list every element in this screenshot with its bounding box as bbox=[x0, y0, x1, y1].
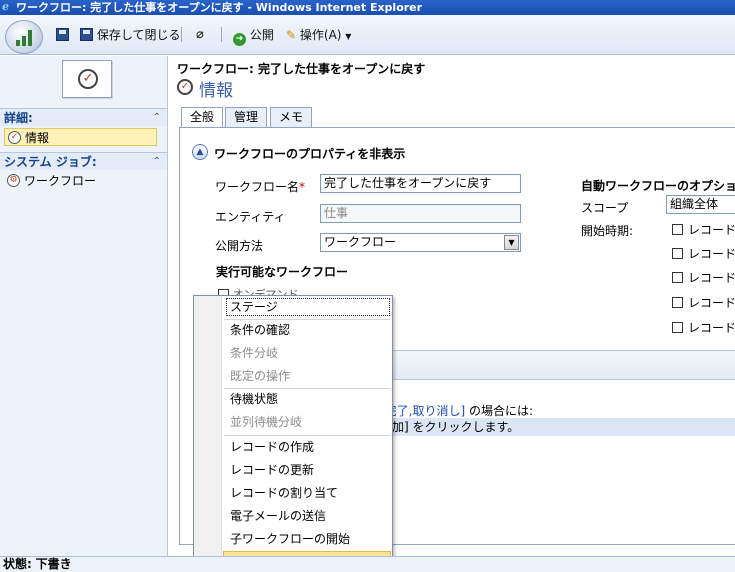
save-icon bbox=[56, 28, 69, 41]
toolbar-divider bbox=[181, 27, 182, 42]
collapse-icon[interactable]: ⌃ bbox=[153, 153, 161, 171]
step-condition-hint: [完了,取り消し] の場合には: bbox=[380, 402, 533, 419]
tab-general[interactable]: 全般 bbox=[181, 107, 224, 128]
entity-label: エンティティ bbox=[215, 210, 286, 224]
start-option-label: レコード属 bbox=[688, 296, 735, 310]
workflow-name-label: ワークフロー名* bbox=[215, 178, 305, 195]
actions-label: 操作(A) bbox=[299, 28, 342, 42]
page-title: ✓ 情報 bbox=[177, 76, 233, 101]
publish-button[interactable]: ➔ 公開 bbox=[233, 26, 274, 46]
actions-icon: ✎ bbox=[286, 28, 297, 42]
steps-toolbar bbox=[380, 350, 735, 380]
menu-gutter bbox=[194, 296, 222, 571]
save-close-button[interactable]: 保存して閉じる bbox=[80, 26, 180, 44]
nav-item-information-label: 情報 bbox=[25, 131, 50, 145]
menu-item-assign-record[interactable]: レコードの割り当て bbox=[224, 482, 392, 504]
nav-section-system-jobs[interactable]: システム ジョブ: ⌃ bbox=[0, 152, 167, 170]
save-icon-button[interactable] bbox=[56, 26, 69, 44]
workflow-entity-icon: ✓ bbox=[78, 69, 98, 89]
start-option-checkbox[interactable] bbox=[672, 248, 683, 259]
entity-icon-box: ✓ bbox=[62, 60, 112, 98]
add-step-context-menu: ステージ 条件の確認 条件分岐 既定の操作 待機状態 並列待機分岐 レコードの作… bbox=[193, 295, 393, 572]
nav-item-information[interactable]: ✓ 情報 bbox=[4, 128, 157, 146]
status-bar: 状態: 下書き bbox=[0, 556, 735, 572]
menu-item-conditional-branch: 条件分岐 bbox=[230, 346, 279, 360]
entity-field: 仕事 bbox=[320, 204, 521, 223]
menu-item-update-record[interactable]: レコードの更新 bbox=[224, 459, 392, 481]
workflow-icon: ⚙ bbox=[7, 174, 20, 187]
menu-item-wait-condition[interactable]: 待機状態 bbox=[224, 388, 392, 410]
collapse-icon[interactable]: ⌃ bbox=[153, 109, 161, 127]
start-option-label: レコードの削 bbox=[688, 321, 735, 335]
nav-item-workflow[interactable]: ⚙ ワークフロー bbox=[4, 172, 157, 190]
window-title-bar: ℯ ワークフロー: 完了した仕事をオープンに戻す - Windows Inter… bbox=[0, 0, 735, 15]
scope-select[interactable]: 組織全体 bbox=[666, 195, 735, 214]
information-icon: ✓ bbox=[8, 131, 21, 144]
publish-label: 公開 bbox=[249, 28, 274, 42]
start-option-checkbox[interactable] bbox=[672, 224, 683, 235]
auto-options-title: 自動ワークフローのオプション bbox=[581, 179, 735, 193]
start-option-label: レコードの状 bbox=[688, 247, 735, 261]
tab-administration[interactable]: 管理 bbox=[225, 107, 268, 127]
status-value: 下書き bbox=[35, 557, 72, 571]
workflow-name-label-text: ワークフロー名 bbox=[215, 180, 300, 194]
menu-item-send-email[interactable]: 電子メールの送信 bbox=[224, 505, 392, 527]
page-title-text: 情報 bbox=[199, 81, 233, 101]
chevron-down-icon[interactable]: ▼ bbox=[504, 235, 519, 250]
crm-logo-button[interactable] bbox=[5, 20, 43, 54]
left-navigation: ✓ 詳細: ⌃ ✓ 情報 システム ジョブ: ⌃ ⚙ ワークフロー bbox=[0, 56, 168, 556]
internet-explorer-icon: ℯ bbox=[2, 0, 9, 13]
save-close-label: 保存して閉じる bbox=[96, 28, 181, 42]
required-marker: * bbox=[299, 180, 306, 194]
nav-section-details[interactable]: 詳細: ⌃ bbox=[0, 108, 167, 126]
publish-method-value: ワークフロー bbox=[324, 235, 397, 249]
paperclip-icon: ⌀ bbox=[196, 27, 204, 42]
window-title: ワークフロー: 完了した仕事をオープンに戻す - Windows Interne… bbox=[16, 1, 423, 14]
section-title: ワークフローのプロパティを非表示 bbox=[214, 147, 406, 161]
actions-menu-button[interactable]: ✎ 操作(A) ▼ bbox=[286, 26, 351, 44]
save-close-icon bbox=[80, 28, 93, 41]
start-when-label: 開始時期: bbox=[581, 224, 634, 238]
start-option-checkbox[interactable] bbox=[672, 297, 683, 308]
add-step-hint: 追加] をクリックします。 bbox=[380, 418, 735, 436]
start-option-checkbox[interactable] bbox=[672, 322, 683, 333]
publish-method-label: 公開方法 bbox=[215, 239, 264, 253]
workflow-title-icon: ✓ bbox=[177, 79, 193, 95]
tab-notes[interactable]: メモ bbox=[270, 107, 313, 127]
start-option-label: レコードの割 bbox=[688, 271, 735, 285]
start-option-label: レコードの作 bbox=[688, 223, 735, 237]
menu-item-check-condition[interactable]: 条件の確認 bbox=[224, 319, 392, 341]
menu-item-default-action: 既定の操作 bbox=[230, 369, 291, 383]
workflow-name-field[interactable]: 完了した仕事をオープンに戻す bbox=[320, 174, 521, 193]
menu-item-start-child-workflow[interactable]: 子ワークフローの開始 bbox=[224, 528, 392, 550]
step-condition-suffix: の場合には: bbox=[465, 404, 534, 418]
nav-item-workflow-label: ワークフロー bbox=[24, 174, 97, 188]
crm-logo-icon bbox=[16, 30, 34, 46]
chevron-up-icon: ▲ bbox=[192, 144, 208, 160]
toolbar-divider bbox=[221, 27, 222, 42]
status-label: 状態: bbox=[3, 557, 32, 571]
chevron-down-icon: ▼ bbox=[345, 32, 352, 41]
menu-item-parallel-wait-branch: 並列待機分岐 bbox=[230, 415, 303, 429]
publish-method-select[interactable]: ワークフロー ▼ bbox=[320, 233, 521, 252]
menu-item-stage[interactable]: ステージ bbox=[224, 296, 392, 318]
start-option-checkbox[interactable] bbox=[672, 272, 683, 283]
nav-section-details-label: 詳細: bbox=[4, 111, 33, 125]
nav-section-system-jobs-label: システム ジョブ: bbox=[4, 155, 97, 169]
scope-label: スコープ bbox=[581, 201, 629, 215]
hide-properties-toggle[interactable]: ▲ ワークフローのプロパティを非表示 bbox=[192, 144, 406, 162]
attach-button[interactable]: ⌀ bbox=[196, 26, 204, 44]
executable-workflow-label: 実行可能なワークフロー bbox=[216, 265, 349, 279]
record-subtitle: ワークフロー: 完了した仕事をオープンに戻す bbox=[177, 62, 426, 76]
menu-item-create-record[interactable]: レコードの作成 bbox=[224, 436, 392, 458]
command-toolbar: 保存して閉じる ⌀ ➔ 公開 ✎ 操作(A) ▼ bbox=[0, 15, 735, 55]
publish-icon: ➔ bbox=[233, 33, 246, 46]
